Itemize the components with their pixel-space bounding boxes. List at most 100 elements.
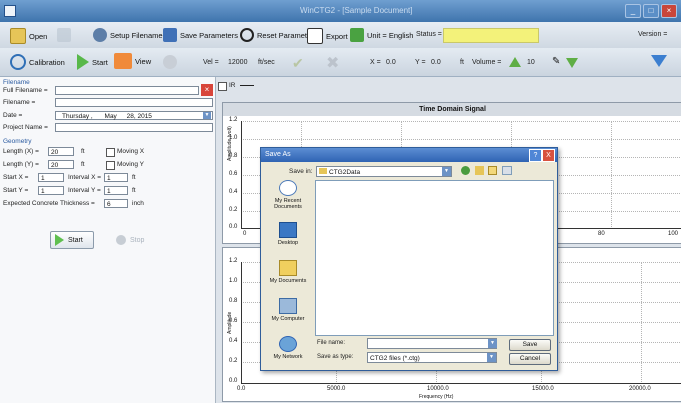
ir-tab-label: IR <box>229 82 236 89</box>
places-bar: My Recent Documents Desktop My Documents… <box>267 180 309 366</box>
file-name-label: File name: <box>317 340 346 346</box>
stop-button[interactable]: Stop <box>112 231 156 249</box>
x-tick: 0.0 <box>237 386 246 392</box>
chevron-down-icon[interactable]: ▼ <box>488 339 497 348</box>
thickness-label: Expected Concrete Thickness = <box>3 200 95 207</box>
check-icon[interactable]: ✔ <box>292 55 304 72</box>
open-button[interactable]: Open <box>10 28 47 44</box>
length-x-field[interactable]: 20 <box>48 147 74 156</box>
interval-y-field[interactable]: 1 <box>104 186 128 195</box>
x-tick: 0 <box>243 231 247 237</box>
clear-filename-button[interactable]: × <box>201 84 213 96</box>
y-tick: 0.8 <box>229 153 238 159</box>
main-toolbar: Open Setup Filename Save Parameters Rese… <box>0 22 681 49</box>
up-folder-icon[interactable] <box>475 166 484 175</box>
ir-checkbox[interactable] <box>218 82 227 91</box>
reset-parameter-button[interactable]: Reset Parameter <box>240 28 314 42</box>
date-picker[interactable]: Thursday , May 28, 2015 ▼ <box>55 111 213 120</box>
volume-up-icon[interactable] <box>509 57 521 67</box>
settings-icon[interactable]: ✎ <box>552 56 560 67</box>
folder-icon <box>319 168 327 174</box>
start-button[interactable]: Start <box>50 231 94 249</box>
length-y-field[interactable]: 20 <box>48 160 74 169</box>
export-button[interactable]: Export <box>307 28 348 44</box>
maximize-button[interactable]: □ <box>643 4 659 18</box>
moving-y-checkbox[interactable] <box>106 161 115 170</box>
interval-x-field[interactable]: 1 <box>104 173 128 182</box>
view-menu-icon[interactable] <box>502 166 512 175</box>
place-my-network[interactable]: My Network <box>267 336 309 360</box>
save-button[interactable]: Save <box>509 339 551 351</box>
thickness-unit: inch <box>132 200 144 207</box>
new-folder-icon[interactable] <box>488 166 497 175</box>
y-tick: 0.6 <box>229 171 238 177</box>
y-tick: 1.2 <box>229 117 238 123</box>
close-button[interactable]: × <box>661 4 677 18</box>
volume-down-icon[interactable] <box>566 58 578 68</box>
cancel-button[interactable]: Cancel <box>509 353 551 365</box>
start-toolbar-button[interactable]: Start <box>77 54 108 70</box>
target-icon <box>10 54 26 70</box>
length-x-label: Length (X) = <box>3 148 39 155</box>
window-title: WinCTG2 - [Sample Document] <box>300 6 413 15</box>
project-name-field[interactable] <box>55 123 213 132</box>
moving-y-label: Moving Y <box>117 161 144 168</box>
full-filename-field[interactable] <box>55 86 199 95</box>
play-icon <box>77 54 89 70</box>
help-button[interactable]: ? <box>529 149 542 162</box>
delete-icon[interactable]: ✖ <box>326 53 339 73</box>
start-x-field[interactable]: 1 <box>38 173 64 182</box>
place-my-computer[interactable]: My Computer <box>267 298 309 322</box>
gear-icon <box>93 28 107 42</box>
status-label: Status = <box>416 31 442 38</box>
folder-icon <box>10 28 26 44</box>
x-tick: 10000.0 <box>427 386 449 392</box>
stop-icon[interactable] <box>163 55 177 69</box>
place-my-documents[interactable]: My Documents <box>267 260 309 284</box>
place-recent-documents[interactable]: My Recent Documents <box>267 180 309 210</box>
filename-field[interactable] <box>55 98 213 107</box>
back-icon[interactable] <box>461 166 470 175</box>
dialog-title: Save As <box>265 151 291 158</box>
y-value: 0.0 <box>431 59 441 66</box>
status-indicator <box>443 28 539 43</box>
dialog-close-button[interactable]: X <box>542 149 555 162</box>
disk-icon[interactable] <box>57 28 71 42</box>
place-desktop[interactable]: Desktop <box>267 222 309 246</box>
moving-x-label: Moving X <box>117 148 145 155</box>
file-list[interactable] <box>315 180 554 336</box>
start-y-field[interactable]: 1 <box>38 186 64 195</box>
save-as-type-dropdown[interactable]: CTG2 files (*.ctg) ▼ <box>367 352 497 363</box>
x-axis-label: Frequency (Hz) <box>419 394 454 400</box>
y-tick: 0.0 <box>229 224 238 230</box>
vel-value[interactable]: 12000 <box>228 59 247 66</box>
x-label: X = <box>370 59 381 66</box>
setup-filename-button[interactable]: Setup Filename <box>93 28 163 42</box>
chevron-down-icon[interactable]: ▼ <box>487 353 496 362</box>
chevron-down-icon[interactable]: ▼ <box>203 112 211 119</box>
view-button[interactable]: View <box>114 53 151 69</box>
filter-icon[interactable] <box>651 55 667 67</box>
file-name-input[interactable] <box>367 338 497 349</box>
my-network-icon <box>279 336 297 352</box>
save-parameters-button[interactable]: Save Parameters <box>163 28 238 42</box>
y-tick: 1.0 <box>229 278 238 284</box>
vel-label: Vel = <box>203 59 219 66</box>
calibration-button[interactable]: Calibration <box>10 54 65 70</box>
y-tick: 0.8 <box>229 298 238 304</box>
version-label: Version = <box>638 31 668 38</box>
interval-y-unit: ft <box>132 187 136 194</box>
volume-value: 10 <box>527 59 535 66</box>
moving-x-checkbox[interactable] <box>106 148 115 157</box>
filename-label: Filename = <box>3 99 36 106</box>
chevron-down-icon[interactable]: ▼ <box>442 167 451 176</box>
minimize-button[interactable]: _ <box>625 4 641 18</box>
stop-icon <box>116 235 126 245</box>
geometry-section-title: Geometry <box>3 138 32 145</box>
save-as-dialog: Save As ? X Save in: CTG2Data ▼ My Recen… <box>260 147 558 371</box>
save-icon <box>163 28 177 42</box>
unit-selector[interactable]: Unit = English <box>350 28 413 42</box>
thickness-field[interactable]: 6 <box>104 199 128 208</box>
save-in-dropdown[interactable]: CTG2Data ▼ <box>316 166 452 177</box>
acquisition-toolbar: Calibration Start View Vel = 12000 ft/se… <box>0 48 681 77</box>
